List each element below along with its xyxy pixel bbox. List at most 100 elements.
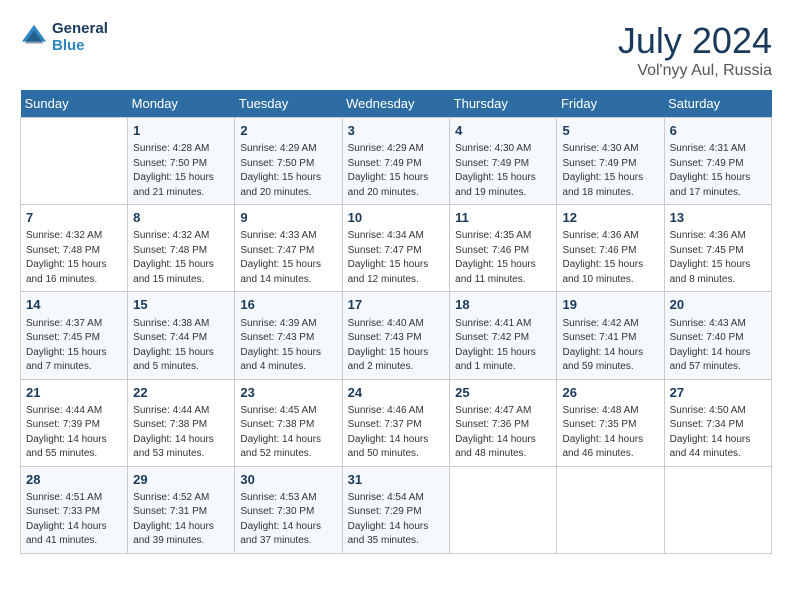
calendar-cell: 22 Sunrise: 4:44 AM Sunset: 7:38 PM Dayli… xyxy=(128,379,235,466)
day-number: 29 xyxy=(133,471,229,489)
cell-content: Sunrise: 4:33 AM Sunset: 7:47 PM Dayligh… xyxy=(240,229,336,287)
calendar-cell: 4 Sunrise: 4:30 AM Sunset: 7:49 PM Daylig… xyxy=(450,118,557,205)
cell-content: Sunrise: 4:29 AM Sunset: 7:50 PM Dayligh… xyxy=(240,142,336,200)
cell-content: Sunrise: 4:32 AM Sunset: 7:48 PM Dayligh… xyxy=(133,229,229,287)
calendar-cell: 12 Sunrise: 4:36 AM Sunset: 7:46 PM Dayli… xyxy=(557,205,664,292)
calendar-cell: 5 Sunrise: 4:30 AM Sunset: 7:49 PM Daylig… xyxy=(557,118,664,205)
cell-content: Sunrise: 4:46 AM Sunset: 7:37 PM Dayligh… xyxy=(348,404,445,462)
calendar-cell xyxy=(557,466,664,553)
cell-content: Sunrise: 4:36 AM Sunset: 7:45 PM Dayligh… xyxy=(670,229,766,287)
day-number: 5 xyxy=(562,122,658,140)
cell-content: Sunrise: 4:45 AM Sunset: 7:38 PM Dayligh… xyxy=(240,404,336,462)
calendar-cell: 9 Sunrise: 4:33 AM Sunset: 7:47 PM Daylig… xyxy=(235,205,342,292)
calendar-cell: 31 Sunrise: 4:54 AM Sunset: 7:29 PM Dayli… xyxy=(342,466,450,553)
calendar-week-row: 7 Sunrise: 4:32 AM Sunset: 7:48 PM Daylig… xyxy=(21,205,772,292)
column-header-friday: Friday xyxy=(557,90,664,118)
calendar-cell: 19 Sunrise: 4:42 AM Sunset: 7:41 PM Dayli… xyxy=(557,292,664,379)
cell-content: Sunrise: 4:53 AM Sunset: 7:30 PM Dayligh… xyxy=(240,491,336,549)
calendar-week-row: 1 Sunrise: 4:28 AM Sunset: 7:50 PM Daylig… xyxy=(21,118,772,205)
day-number: 13 xyxy=(670,209,766,227)
day-number: 27 xyxy=(670,384,766,402)
day-number: 12 xyxy=(562,209,658,227)
day-number: 15 xyxy=(133,296,229,314)
cell-content: Sunrise: 4:30 AM Sunset: 7:49 PM Dayligh… xyxy=(562,142,658,200)
cell-content: Sunrise: 4:54 AM Sunset: 7:29 PM Dayligh… xyxy=(348,491,445,549)
day-number: 18 xyxy=(455,296,551,314)
day-number: 6 xyxy=(670,122,766,140)
cell-content: Sunrise: 4:42 AM Sunset: 7:41 PM Dayligh… xyxy=(562,317,658,375)
day-number: 11 xyxy=(455,209,551,227)
cell-content: Sunrise: 4:39 AM Sunset: 7:43 PM Dayligh… xyxy=(240,317,336,375)
day-number: 16 xyxy=(240,296,336,314)
column-header-sunday: Sunday xyxy=(21,90,128,118)
calendar-cell: 17 Sunrise: 4:40 AM Sunset: 7:43 PM Dayli… xyxy=(342,292,450,379)
title-block: July 2024 Vol'nyy Aul, Russia xyxy=(618,20,772,80)
day-number: 23 xyxy=(240,384,336,402)
cell-content: Sunrise: 4:47 AM Sunset: 7:36 PM Dayligh… xyxy=(455,404,551,462)
cell-content: Sunrise: 4:44 AM Sunset: 7:38 PM Dayligh… xyxy=(133,404,229,462)
cell-content: Sunrise: 4:35 AM Sunset: 7:46 PM Dayligh… xyxy=(455,229,551,287)
calendar-cell: 25 Sunrise: 4:47 AM Sunset: 7:36 PM Dayli… xyxy=(450,379,557,466)
day-number: 20 xyxy=(670,296,766,314)
calendar-week-row: 21Sunrise: 4:44 AM Sunset: 7:39 PM Dayli… xyxy=(21,379,772,466)
cell-content: Sunrise: 4:51 AM Sunset: 7:33 PM Dayligh… xyxy=(26,491,122,549)
calendar-cell: 1 Sunrise: 4:28 AM Sunset: 7:50 PM Daylig… xyxy=(128,118,235,205)
calendar-cell: 7 Sunrise: 4:32 AM Sunset: 7:48 PM Daylig… xyxy=(21,205,128,292)
cell-content: Sunrise: 4:29 AM Sunset: 7:49 PM Dayligh… xyxy=(348,142,445,200)
month-year-title: July 2024 xyxy=(618,20,772,62)
calendar-week-row: 14Sunrise: 4:37 AM Sunset: 7:45 PM Dayli… xyxy=(21,292,772,379)
logo: General Blue xyxy=(20,20,108,54)
day-number: 10 xyxy=(348,209,445,227)
cell-content: Sunrise: 4:34 AM Sunset: 7:47 PM Dayligh… xyxy=(348,229,445,287)
calendar-cell: 21Sunrise: 4:44 AM Sunset: 7:39 PM Dayli… xyxy=(21,379,128,466)
cell-content: Sunrise: 4:38 AM Sunset: 7:44 PM Dayligh… xyxy=(133,317,229,375)
column-header-monday: Monday xyxy=(128,90,235,118)
cell-content: Sunrise: 4:32 AM Sunset: 7:48 PM Dayligh… xyxy=(26,229,122,287)
logo-text-blue: Blue xyxy=(52,37,108,54)
day-number: 26 xyxy=(562,384,658,402)
cell-content: Sunrise: 4:36 AM Sunset: 7:46 PM Dayligh… xyxy=(562,229,658,287)
cell-content: Sunrise: 4:30 AM Sunset: 7:49 PM Dayligh… xyxy=(455,142,551,200)
logo-icon xyxy=(20,23,48,51)
cell-content: Sunrise: 4:43 AM Sunset: 7:40 PM Dayligh… xyxy=(670,317,766,375)
calendar-cell: 26 Sunrise: 4:48 AM Sunset: 7:35 PM Dayli… xyxy=(557,379,664,466)
day-number: 9 xyxy=(240,209,336,227)
calendar-cell: 18Sunrise: 4:41 AM Sunset: 7:42 PM Dayli… xyxy=(450,292,557,379)
day-number: 31 xyxy=(348,471,445,489)
calendar-cell: 28 Sunrise: 4:51 AM Sunset: 7:33 PM Dayli… xyxy=(21,466,128,553)
calendar-table: SundayMondayTuesdayWednesdayThursdayFrid… xyxy=(20,90,772,554)
calendar-cell: 13 Sunrise: 4:36 AM Sunset: 7:45 PM Dayli… xyxy=(664,205,771,292)
cell-content: Sunrise: 4:40 AM Sunset: 7:43 PM Dayligh… xyxy=(348,317,445,375)
cell-content: Sunrise: 4:52 AM Sunset: 7:31 PM Dayligh… xyxy=(133,491,229,549)
cell-content: Sunrise: 4:28 AM Sunset: 7:50 PM Dayligh… xyxy=(133,142,229,200)
calendar-cell: 15 Sunrise: 4:38 AM Sunset: 7:44 PM Dayli… xyxy=(128,292,235,379)
calendar-cell: 29 Sunrise: 4:52 AM Sunset: 7:31 PM Dayli… xyxy=(128,466,235,553)
location-subtitle: Vol'nyy Aul, Russia xyxy=(618,62,772,80)
cell-content: Sunrise: 4:44 AM Sunset: 7:39 PM Dayligh… xyxy=(26,404,122,462)
day-number: 22 xyxy=(133,384,229,402)
calendar-cell: 2Sunrise: 4:29 AM Sunset: 7:50 PM Daylig… xyxy=(235,118,342,205)
calendar-cell: 23 Sunrise: 4:45 AM Sunset: 7:38 PM Dayli… xyxy=(235,379,342,466)
logo-text-general: General xyxy=(52,20,108,37)
day-number: 19 xyxy=(562,296,658,314)
cell-content: Sunrise: 4:48 AM Sunset: 7:35 PM Dayligh… xyxy=(562,404,658,462)
column-header-thursday: Thursday xyxy=(450,90,557,118)
day-number: 1 xyxy=(133,122,229,140)
day-number: 7 xyxy=(26,209,122,227)
calendar-cell: 10 Sunrise: 4:34 AM Sunset: 7:47 PM Dayli… xyxy=(342,205,450,292)
calendar-week-row: 28 Sunrise: 4:51 AM Sunset: 7:33 PM Dayli… xyxy=(21,466,772,553)
cell-content: Sunrise: 4:31 AM Sunset: 7:49 PM Dayligh… xyxy=(670,142,766,200)
day-number: 4 xyxy=(455,122,551,140)
day-number: 25 xyxy=(455,384,551,402)
calendar-cell: 11 Sunrise: 4:35 AM Sunset: 7:46 PM Dayli… xyxy=(450,205,557,292)
day-number: 17 xyxy=(348,296,445,314)
day-number: 24 xyxy=(348,384,445,402)
page-header: General Blue July 2024 Vol'nyy Aul, Russ… xyxy=(20,20,772,80)
column-header-wednesday: Wednesday xyxy=(342,90,450,118)
day-number: 28 xyxy=(26,471,122,489)
calendar-cell xyxy=(664,466,771,553)
calendar-cell: 14Sunrise: 4:37 AM Sunset: 7:45 PM Dayli… xyxy=(21,292,128,379)
calendar-header-row: SundayMondayTuesdayWednesdayThursdayFrid… xyxy=(21,90,772,118)
calendar-cell: 8Sunrise: 4:32 AM Sunset: 7:48 PM Daylig… xyxy=(128,205,235,292)
calendar-cell: 30Sunrise: 4:53 AM Sunset: 7:30 PM Dayli… xyxy=(235,466,342,553)
